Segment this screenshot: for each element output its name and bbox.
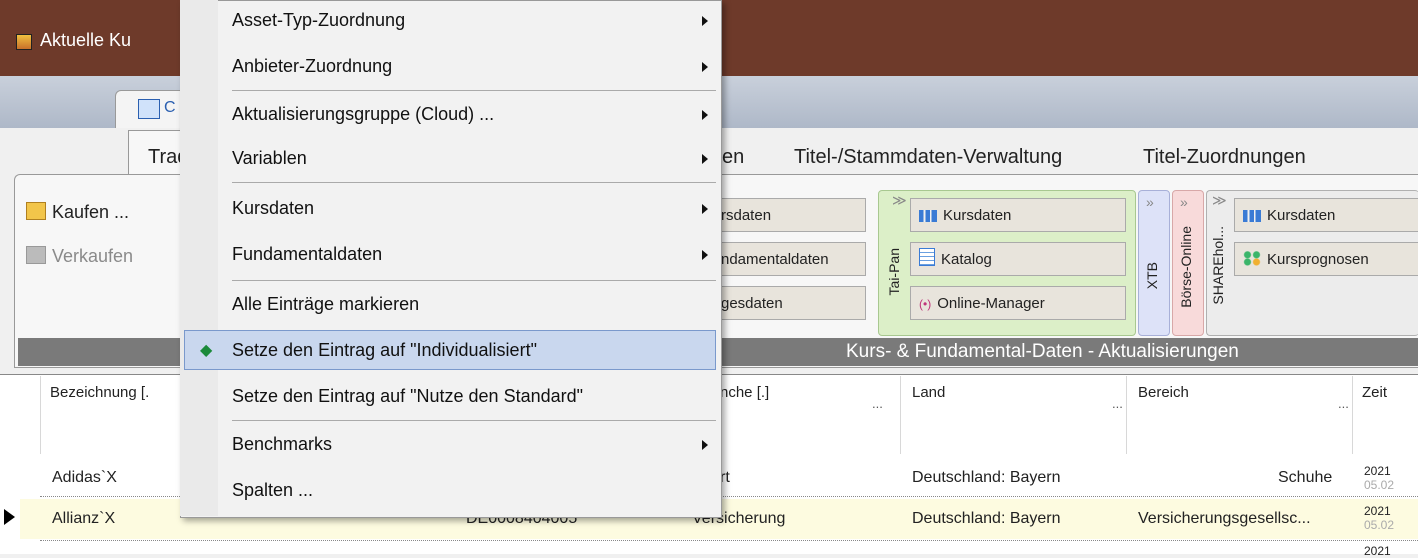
taipan-online-manager-label: Online-Manager [937,295,1045,312]
tab-stammdaten-verwaltung[interactable]: Titel-/Stammdaten-Verwaltung [794,146,1062,169]
menu-item-asset-typ-zuordnung[interactable]: Asset-Typ-Zuordnung [232,10,405,31]
taipan-online-manager-button[interactable]: (•) Online-Manager [910,286,1126,320]
sharehol-kursprognosen-label: Kursprognosen [1267,251,1369,268]
cell-date: 05.02 [1364,518,1395,532]
column-divider [1352,376,1353,454]
group1-tagesdaten-button[interactable]: gesdaten [712,286,866,320]
menu-separator [232,420,716,421]
taipan-kursdaten-button[interactable]: Kursdaten [910,198,1126,232]
submenu-arrow-icon [702,110,708,120]
taipan-label: Tai-Pan [886,248,902,296]
taipan-collapse-icon[interactable]: ≫ [892,192,907,209]
context-menu-gutter [180,0,218,516]
sell-icon [26,246,46,264]
catalog-icon [919,248,935,266]
chart-icon [1243,210,1261,222]
tab-partial[interactable]: en [722,146,744,169]
cell-year: 2021 [1364,464,1391,478]
window-icon [138,99,160,119]
menu-item-nutze-standard[interactable]: Setze den Eintrag auf "Nutze den Standar… [232,386,583,407]
xtb-label: XTB [1144,262,1160,290]
cell-year-partial: 2021 [1364,544,1391,558]
submenu-arrow-icon [702,16,708,26]
kaufen-label: Kaufen ... [52,202,130,222]
cell-zeit[interactable]: 2021 05.02 [1364,504,1394,532]
header-branche-menu[interactable]: ... [872,396,883,411]
cell-name[interactable]: Adidas`X [52,469,117,487]
header-branche[interactable]: nche [.] [720,384,769,401]
buy-icon [26,202,46,220]
taipan-katalog-label: Katalog [941,251,992,268]
cell-bereich[interactable]: Versicherungsgesellsc... [1138,510,1311,528]
forecast-icon [1243,250,1261,266]
menu-separator [232,280,716,281]
row-pointer-icon [4,509,15,525]
document-tab-label: C [164,99,176,116]
sharehol-label: SHAREhol... [1210,226,1226,305]
ribbon-footer-label: Kurs- & Fundamental-Daten - Aktualisieru… [846,341,1239,362]
document-tab[interactable]: C [115,90,187,129]
group1-fundamentaldaten-button[interactable]: ndamentaldaten [712,242,866,276]
header-zeit[interactable]: Zeit [1362,384,1387,401]
window-title: Aktuelle Ku [40,30,132,50]
boerse-online-label: Börse-Online [1178,226,1194,308]
cell-land[interactable]: Deutschland: Bayern [912,510,1061,528]
menu-item-individualisiert[interactable]: Setze den Eintrag auf "Individualisiert" [232,340,537,361]
submenu-arrow-icon [702,250,708,260]
menu-item-alle-markieren[interactable]: Alle Einträge markieren [232,294,419,315]
menu-item-spalten[interactable]: Spalten ... [232,480,313,501]
submenu-arrow-icon [702,62,708,72]
cell-name[interactable]: Allianz`X [52,510,115,528]
cell-date: 05.02 [1364,478,1395,492]
chart-icon [919,210,937,222]
header-bezeichnung[interactable]: Bezeichnung [. [50,384,149,401]
xtb-expand-icon[interactable]: » [1146,194,1154,210]
row-separator [40,540,1418,541]
submenu-arrow-icon [702,154,708,164]
column-divider [40,376,41,454]
verkaufen-label: Verkaufen [52,246,134,266]
column-divider [1126,376,1127,454]
cell-zeit[interactable]: 2021 05.02 [1364,464,1394,492]
taipan-kursdaten-label: Kursdaten [943,207,1012,224]
sharehol-collapse-icon[interactable]: ≫ [1212,192,1227,209]
checkmark-icon: ◆ [200,342,213,359]
menu-separator [232,182,716,183]
menu-item-variablen[interactable]: Variablen [232,148,307,169]
cell-land[interactable]: Deutschland: Bayern [912,469,1061,487]
broadcast-icon: (•) [919,297,932,311]
sharehol-kursdaten-button[interactable]: Kursdaten [1234,198,1418,232]
header-land-menu[interactable]: ... [1112,396,1123,411]
menu-separator [232,90,716,91]
tab-titel-zuordnungen[interactable]: Titel-Zuordnungen [1143,146,1306,169]
submenu-arrow-icon [702,440,708,450]
verkaufen-button[interactable]: Verkaufen [26,246,133,267]
cell-year: 2021 [1364,504,1391,518]
column-divider [900,376,901,454]
menu-item-fundamentaldaten[interactable]: Fundamentaldaten [232,244,382,265]
sharehol-kursdaten-label: Kursdaten [1267,207,1336,224]
sharehol-kursprognosen-button[interactable]: Kursprognosen [1234,242,1418,276]
cell-bereich[interactable]: Schuhe [1278,469,1332,487]
taipan-katalog-button[interactable]: Katalog [910,242,1126,276]
submenu-arrow-icon [702,204,708,214]
boerse-expand-icon[interactable]: » [1180,194,1188,210]
group1-kursdaten-button[interactable]: rsdaten [712,198,866,232]
menu-item-kursdaten[interactable]: Kursdaten [232,198,314,219]
header-bereich-menu[interactable]: ... [1338,396,1349,411]
menu-item-benchmarks[interactable]: Benchmarks [232,434,332,455]
kaufen-button[interactable]: Kaufen ... [26,202,129,223]
app-icon [16,34,32,50]
header-bereich[interactable]: Bereich [1138,384,1189,401]
header-land[interactable]: Land [912,384,945,401]
menu-item-anbieter-zuordnung[interactable]: Anbieter-Zuordnung [232,56,392,77]
menu-item-aktualisierungsgruppe[interactable]: Aktualisierungsgruppe (Cloud) ... [232,104,494,125]
